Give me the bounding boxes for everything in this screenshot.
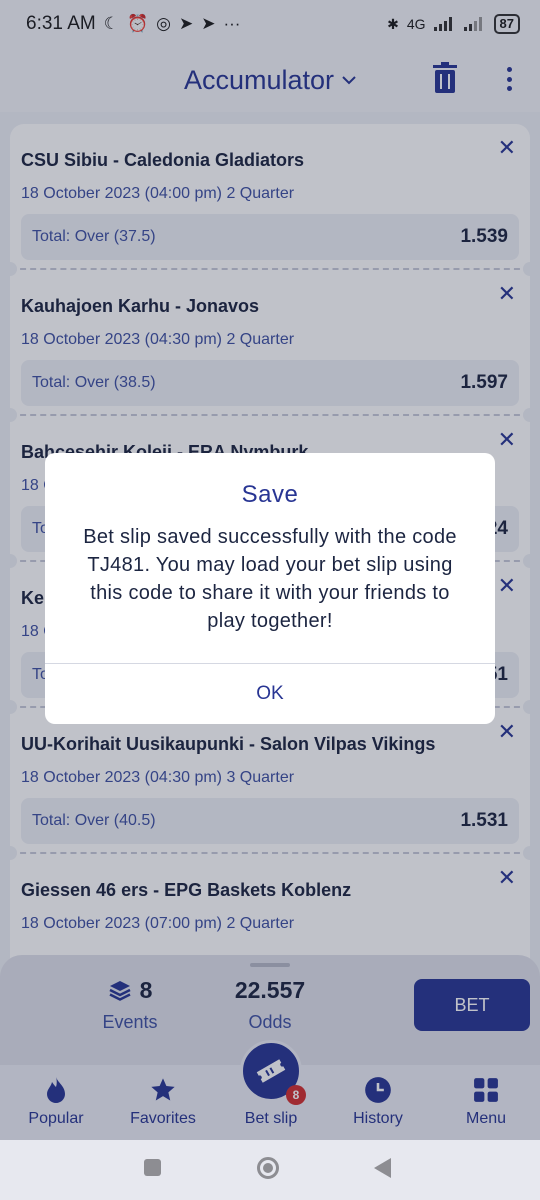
- dialog-title: Save: [241, 481, 299, 508]
- home-icon[interactable]: [257, 1157, 279, 1179]
- back-icon[interactable]: [374, 1158, 391, 1178]
- ok-button[interactable]: OK: [45, 664, 495, 724]
- dialog-message: Bet slip saved successfully with the cod…: [83, 526, 457, 632]
- system-navigation-bar: [0, 1140, 540, 1200]
- save-dialog: Save Bet slip saved successfully with th…: [45, 453, 495, 724]
- recent-apps-icon[interactable]: [144, 1159, 161, 1176]
